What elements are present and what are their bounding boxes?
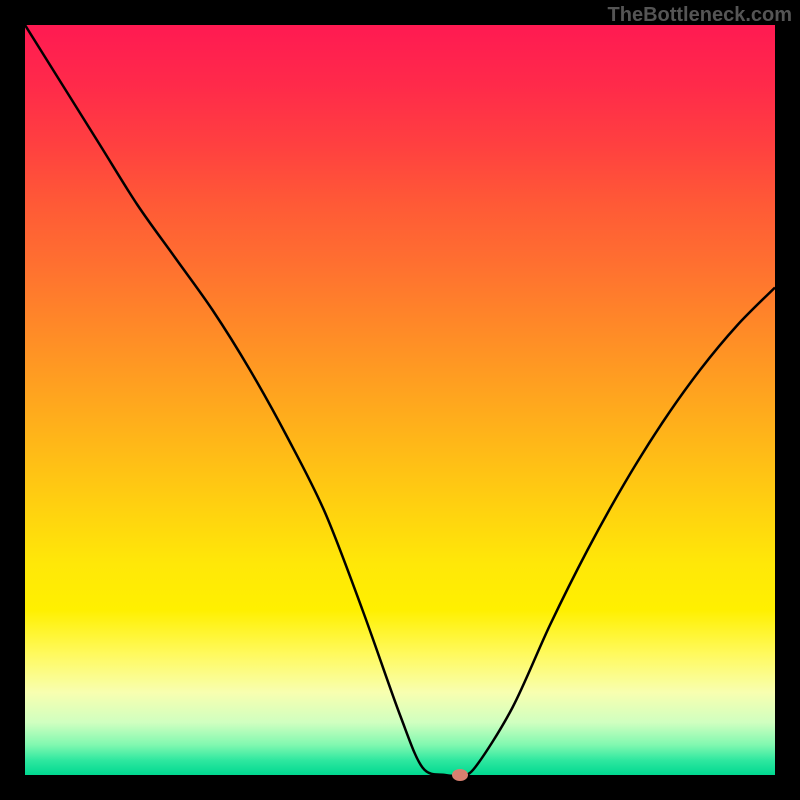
plot-area [25, 25, 775, 775]
watermark-text: TheBottleneck.com [608, 4, 792, 27]
curve-svg [25, 25, 775, 775]
chart-container: TheBottleneck.com [0, 0, 800, 800]
bottleneck-curve [25, 25, 775, 775]
optimal-point-marker [452, 769, 468, 781]
